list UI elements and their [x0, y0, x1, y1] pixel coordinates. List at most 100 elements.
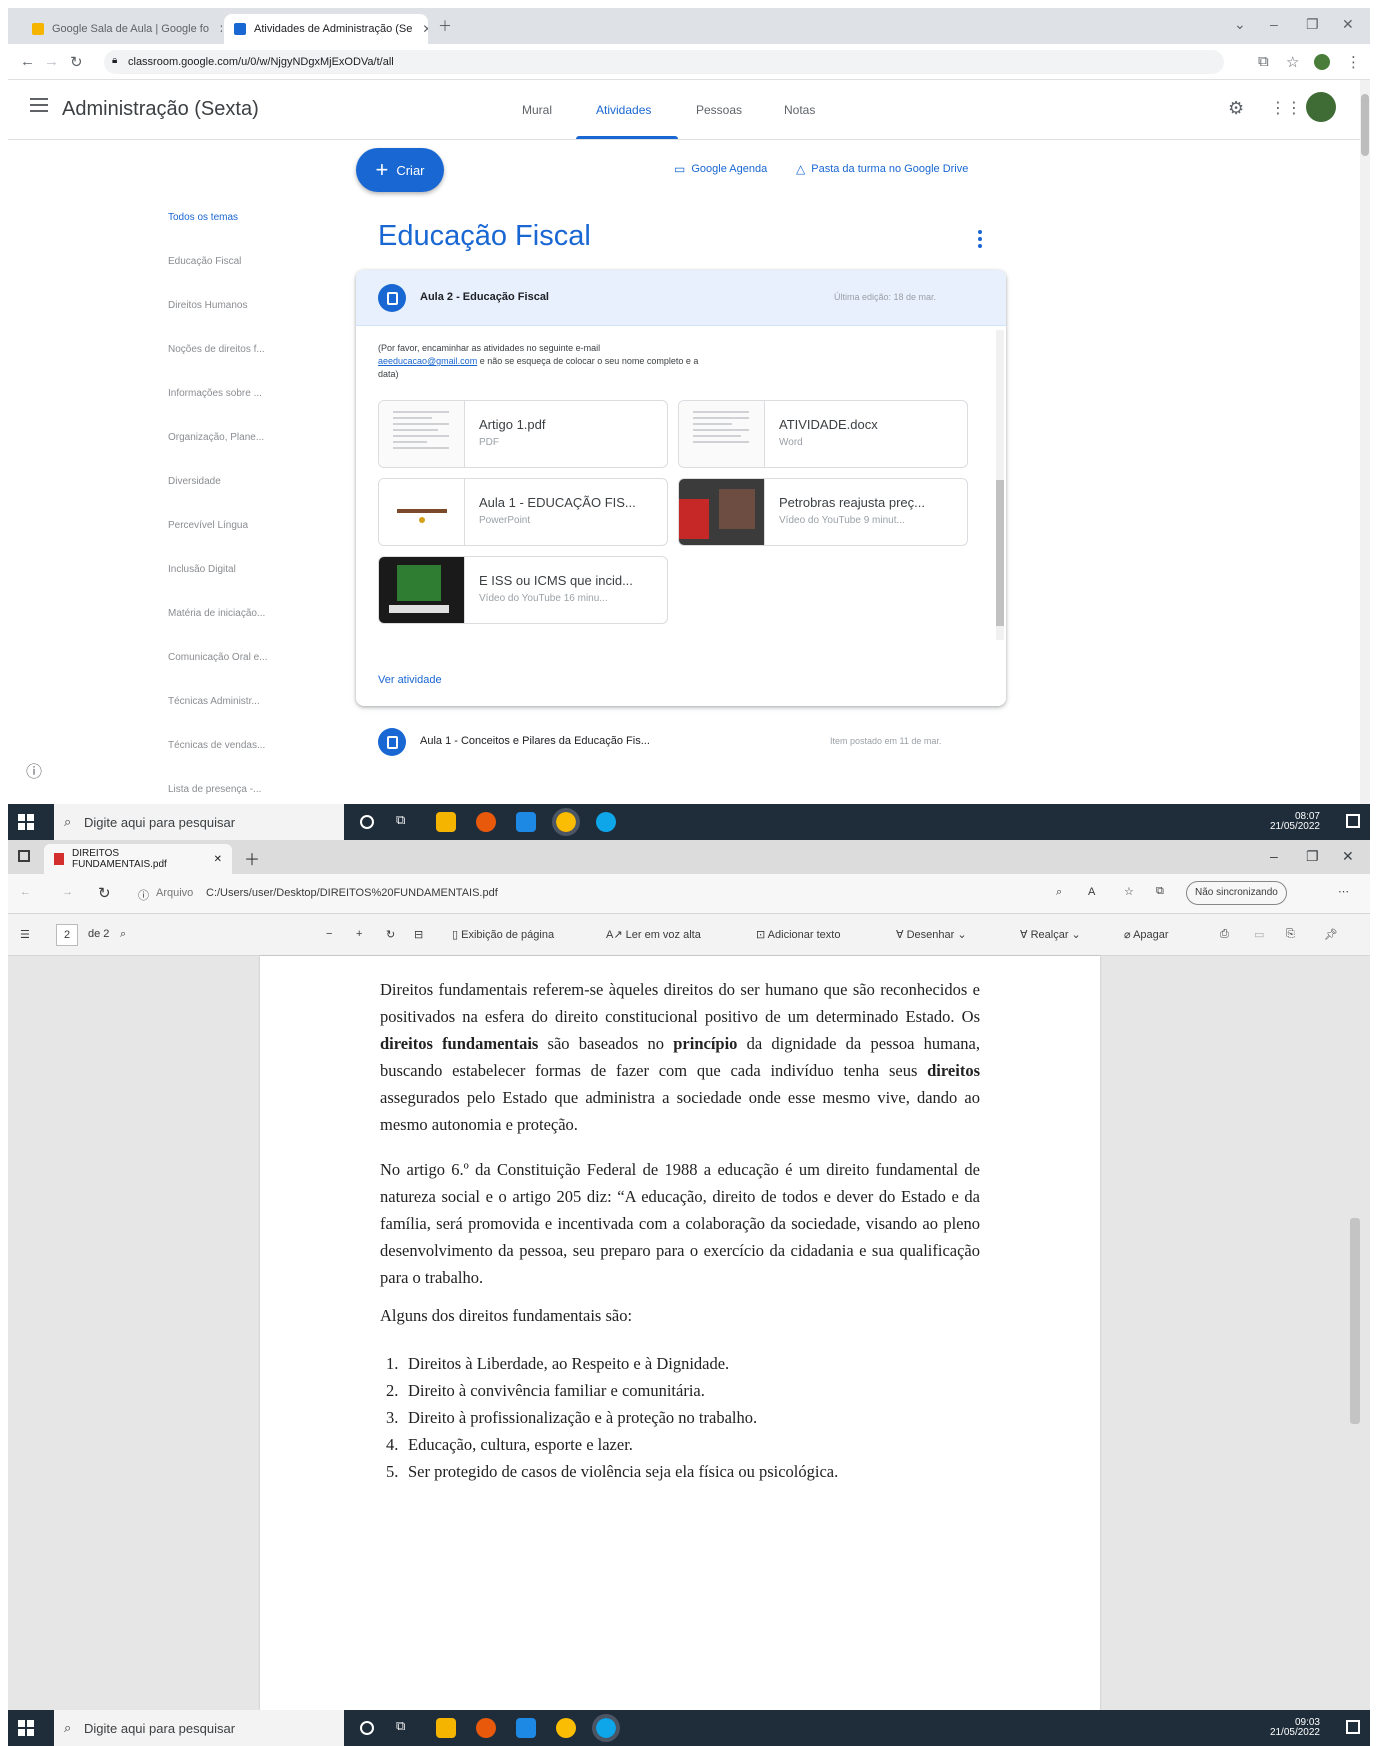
close-tab-icon[interactable]: ✕	[214, 854, 222, 865]
forward-icon[interactable]: →	[44, 53, 59, 70]
url-field[interactable]: C:/Users/user/Desktop/DIREITOS%20FUNDAME…	[206, 887, 498, 899]
tab-pessoas[interactable]: Pessoas	[696, 103, 742, 117]
windows-start-icon[interactable]	[18, 1720, 34, 1736]
topic-item[interactable]: Inclusão Digital	[168, 564, 236, 575]
cortana-icon[interactable]	[360, 815, 374, 829]
attachment-card[interactable]: Artigo 1.pdf PDF	[378, 400, 668, 468]
back-icon[interactable]: ←	[20, 53, 35, 70]
topic-item[interactable]: Percevível Língua	[168, 520, 248, 531]
tab-atividades-nav[interactable]: Atividades	[596, 103, 651, 117]
file-explorer-icon[interactable]	[436, 812, 456, 832]
pdf-scrollbar[interactable]	[1350, 960, 1360, 1705]
cast-icon[interactable]: ⧉	[1258, 53, 1269, 70]
zoom-in-icon[interactable]: +	[356, 928, 362, 940]
topic-options-icon[interactable]	[978, 230, 982, 251]
contents-icon[interactable]: ☰	[20, 928, 30, 941]
tab-actions-icon[interactable]	[18, 850, 30, 862]
topic-item[interactable]: Diversidade	[168, 476, 221, 487]
forward-icon[interactable]: →	[62, 886, 73, 898]
reload-icon[interactable]: ↻	[98, 884, 111, 902]
firefox-icon[interactable]	[476, 812, 496, 832]
topic-item[interactable]: Direitos Humanos	[168, 300, 247, 311]
reload-icon[interactable]: ↻	[70, 53, 83, 71]
chrome-icon[interactable]	[556, 1718, 576, 1738]
attachment-card[interactable]: ATIVIDADE.docx Word	[678, 400, 968, 468]
read-aloud-icon[interactable]: A	[1088, 886, 1095, 898]
address-bar[interactable]: 🔒︎ classroom.google.com/u/0/w/NjgyNDgxMj…	[104, 50, 1224, 74]
topic-item[interactable]: Noções de direitos f...	[168, 344, 265, 355]
topic-item[interactable]: Lista de presença -...	[168, 784, 261, 795]
taskbar-search[interactable]: ⌕ Digite aqui para pesquisar	[54, 804, 344, 840]
save-as-icon[interactable]: ⎘	[1286, 928, 1295, 941]
assignment-row[interactable]: Aula 1 - Conceitos e Pilares da Educação…	[356, 720, 1006, 764]
page-view-button[interactable]: ▯ Exibição de página	[452, 928, 554, 941]
sync-status-button[interactable]: Não sincronizando	[1186, 881, 1287, 905]
topic-item[interactable]: Comunicação Oral e...	[168, 652, 268, 663]
erase-button[interactable]: ⌀ Apagar	[1124, 928, 1169, 941]
attachment-card[interactable]: E ISS ou ICMS que incid... Vídeo do YouT…	[378, 556, 668, 624]
task-view-icon[interactable]: ⧉	[396, 812, 416, 832]
help-icon[interactable]: ⓘ	[26, 758, 42, 782]
new-tab-icon[interactable]: ＋	[438, 16, 452, 36]
chrome-menu-icon[interactable]: ⋮	[1346, 53, 1361, 71]
taskbar-search[interactable]: ⌕ Digite aqui para pesquisar	[54, 1710, 344, 1746]
notifications-icon[interactable]	[1346, 814, 1360, 828]
close-window-icon[interactable]: ✕	[1342, 848, 1354, 865]
file-explorer-icon[interactable]	[436, 1718, 456, 1738]
find-icon[interactable]: ⌕	[120, 928, 126, 941]
tab-atividades[interactable]: Atividades de Administração (Se ✕	[224, 14, 428, 44]
topic-item[interactable]: Todos os temas	[168, 212, 238, 223]
tab-google-classroom[interactable]: Google Sala de Aula | Google fo ✕	[22, 14, 222, 44]
apps-grid-icon[interactable]: ⋮⋮	[1270, 98, 1302, 118]
system-clock[interactable]: 08:07 21/05/2022	[1270, 812, 1320, 832]
close-window-icon[interactable]: ✕	[1342, 16, 1354, 33]
page-number-input[interactable]: 2	[56, 924, 78, 946]
pdf-viewport[interactable]: Direitos fundamentais referem-se àqueles…	[8, 956, 1370, 1710]
settings-gear-icon[interactable]: ⚙	[1228, 98, 1244, 119]
topic-item[interactable]: Educação Fiscal	[168, 256, 241, 267]
minimize-icon[interactable]: –	[1270, 848, 1278, 864]
zoom-out-icon[interactable]: −	[326, 928, 332, 940]
restore-icon[interactable]: ❐	[1306, 16, 1319, 33]
close-tab-icon[interactable]: ✕	[422, 22, 428, 36]
edge-icon[interactable]	[596, 812, 616, 832]
create-button[interactable]: + Criar	[356, 148, 444, 192]
tab-mural[interactable]: Mural	[522, 103, 552, 117]
favorites-star-icon[interactable]: ☆	[1124, 885, 1134, 898]
draw-button[interactable]: ∀ Desenhar ⌄	[896, 928, 967, 941]
view-assignment-link[interactable]: Ver atividade	[378, 674, 442, 686]
tab-notas[interactable]: Notas	[784, 103, 815, 117]
account-avatar[interactable]	[1306, 92, 1336, 122]
assignment-header[interactable]: Aula 2 - Educação Fiscal Última edição: …	[356, 270, 1006, 326]
add-text-button[interactable]: ⊡ Adicionar texto	[756, 928, 840, 941]
task-view-icon[interactable]: ⧉	[396, 1718, 416, 1738]
class-title[interactable]: Administração (Sexta)	[62, 98, 259, 121]
fit-page-icon[interactable]: ⊟	[414, 928, 423, 941]
chrome-icon[interactable]	[552, 808, 580, 836]
google-calendar-link[interactable]: ▭ Google Agenda	[674, 162, 767, 176]
email-link[interactable]: aeeducacao@gmail.com	[378, 356, 477, 366]
attachment-card[interactable]: Petrobras reajusta preç... Vídeo do YouT…	[678, 478, 968, 546]
topic-item[interactable]: Organização, Plane...	[168, 432, 264, 443]
minimize-icon[interactable]: –	[1270, 16, 1278, 32]
tab-pdf[interactable]: DIREITOS FUNDAMENTAIS.pdf ✕	[44, 844, 232, 874]
page-scrollbar[interactable]	[1360, 80, 1370, 840]
topic-item[interactable]: Técnicas Administr...	[168, 696, 260, 707]
class-drive-folder-link[interactable]: △ Pasta da turma no Google Drive	[796, 162, 968, 176]
tab-search-icon[interactable]: ⌄	[1234, 16, 1246, 33]
notifications-icon[interactable]	[1346, 1720, 1360, 1734]
save-icon[interactable]: ▭	[1254, 928, 1264, 941]
windows-start-icon[interactable]	[18, 814, 34, 830]
pin-toolbar-icon[interactable]: 📌︎	[1324, 928, 1338, 941]
store-icon[interactable]	[516, 1718, 536, 1738]
profile-avatar[interactable]	[1314, 54, 1330, 70]
card-scrollbar[interactable]	[996, 330, 1004, 640]
settings-more-icon[interactable]: ⋯	[1338, 885, 1349, 898]
collections-icon[interactable]: ⧉	[1156, 885, 1164, 898]
highlight-button[interactable]: ∀ Realçar ⌄	[1020, 928, 1081, 941]
attachment-card[interactable]: Aula 1 - EDUCAÇÃO FIS... PowerPoint	[378, 478, 668, 546]
read-aloud-button[interactable]: A↗ Ler em voz alta	[606, 928, 701, 941]
bookmark-star-icon[interactable]: ☆	[1286, 53, 1299, 71]
back-icon[interactable]: ←	[20, 886, 31, 898]
topic-item[interactable]: Matéria de iniciação...	[168, 608, 265, 619]
